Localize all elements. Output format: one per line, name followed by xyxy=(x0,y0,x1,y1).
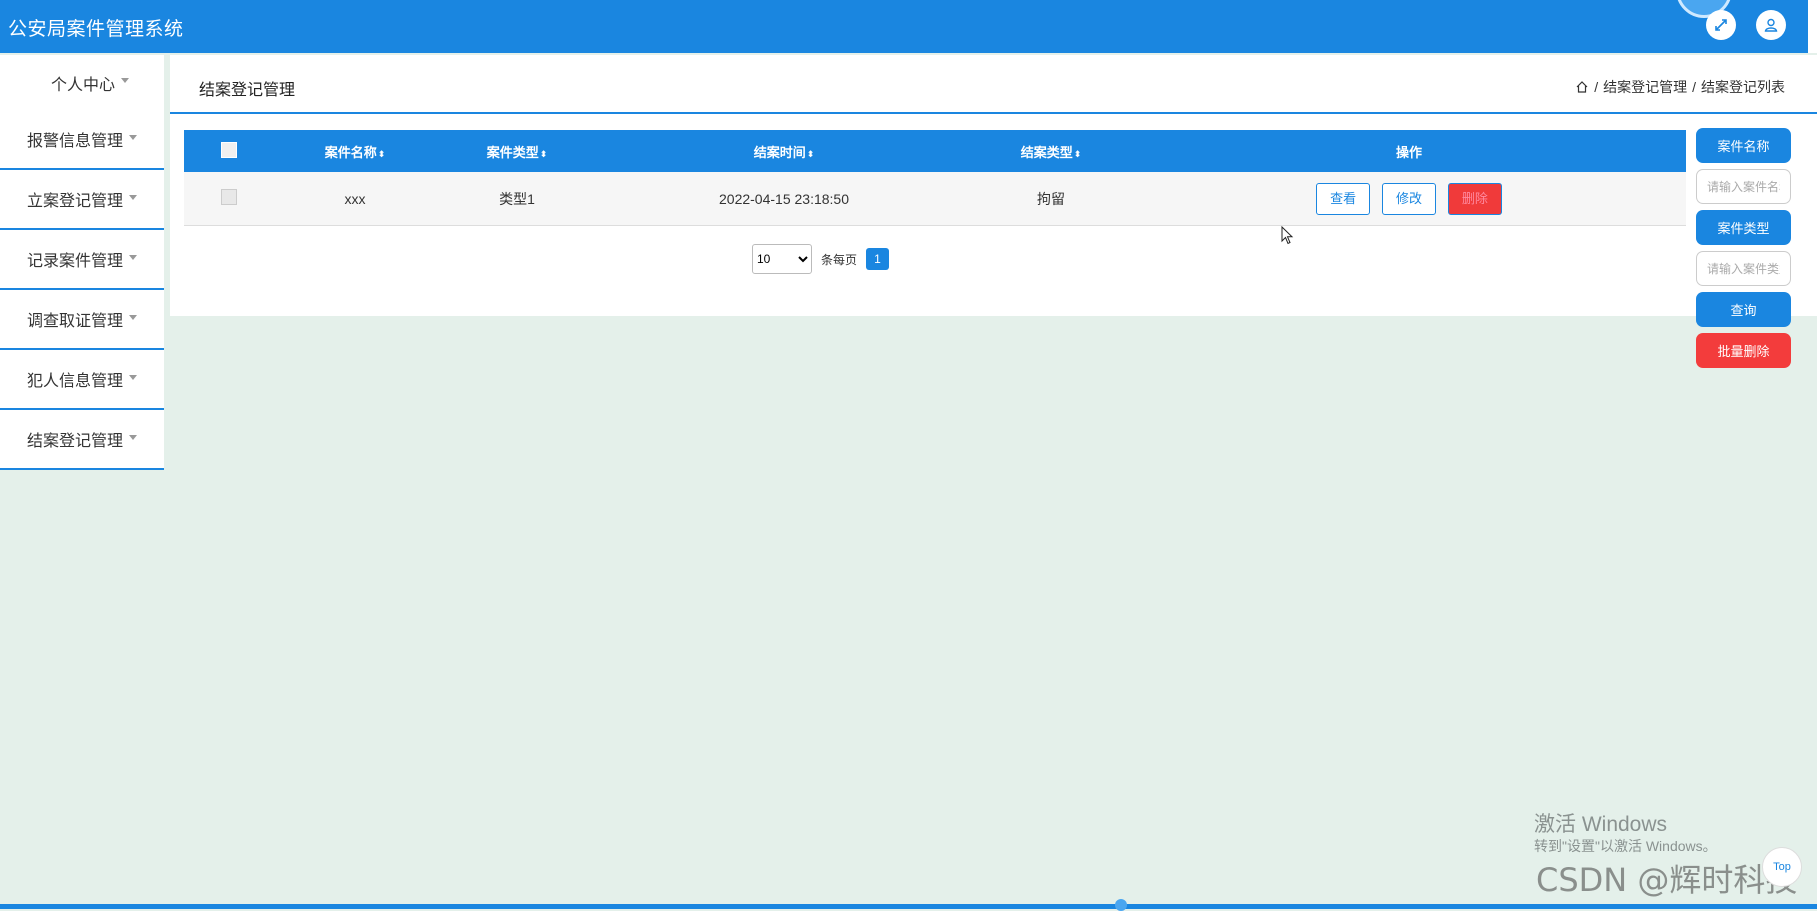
page-size-select[interactable]: 10 xyxy=(752,244,812,274)
home-icon[interactable] xyxy=(1575,80,1589,94)
sidebar-item-filing[interactable]: 立案登记管理 xyxy=(0,170,164,230)
batch-delete-button[interactable]: 批量删除 xyxy=(1696,333,1791,368)
caret-down-icon xyxy=(121,78,129,83)
cell-case-type: 类型1 xyxy=(436,172,598,226)
sidebar-item-label: 犯人信息管理 xyxy=(26,373,123,390)
case-type-input[interactable] xyxy=(1696,251,1791,286)
pagination: 10 条每页 1 xyxy=(752,244,890,274)
column-header-close-type[interactable]: 结案类型⬍ xyxy=(970,130,1132,172)
sidebar: 个人中心 报警信息管理 立案登记管理 记录案件管理 调查取证管理 犯人信息管理 … xyxy=(0,55,164,470)
back-to-top-button[interactable]: Top xyxy=(1762,847,1802,887)
user-icon[interactable] xyxy=(1756,10,1786,40)
column-header-case-type[interactable]: 案件类型⬍ xyxy=(436,130,598,172)
case-type-label-button[interactable]: 案件类型 xyxy=(1696,210,1791,245)
column-header-actions: 操作 xyxy=(1132,130,1686,172)
cell-actions: 查看 修改 删除 xyxy=(1132,172,1686,226)
edit-button[interactable]: 修改 xyxy=(1381,182,1436,215)
sidebar-item-criminal[interactable]: 犯人信息管理 xyxy=(0,350,164,410)
sidebar-item-label: 立案登记管理 xyxy=(26,193,123,210)
row-checkbox[interactable] xyxy=(221,189,237,205)
sidebar-item-evidence[interactable]: 调查取证管理 xyxy=(0,290,164,350)
case-closing-table: 案件名称⬍ 案件类型⬍ 结案时间⬍ 结案类型⬍ 操作 xxx 类型1 2022-… xyxy=(184,130,1686,226)
caret-down-icon xyxy=(129,134,137,140)
sort-icon[interactable]: ⬍ xyxy=(807,149,815,159)
case-name-input[interactable] xyxy=(1696,169,1791,204)
sidebar-item-label: 记录案件管理 xyxy=(26,253,123,270)
page-number-button[interactable]: 1 xyxy=(866,248,890,270)
query-button[interactable]: 查询 xyxy=(1696,292,1791,327)
sidebar-item-label: 调查取证管理 xyxy=(26,313,123,330)
sidebar-item-label: 结案登记管理 xyxy=(26,433,123,450)
sidebar-item-record[interactable]: 记录案件管理 xyxy=(0,230,164,290)
breadcrumb: / 结案登记管理 / 结案登记列表 xyxy=(1575,77,1785,97)
column-header-case-name[interactable]: 案件名称⬍ xyxy=(274,130,436,172)
expand-icon[interactable] xyxy=(1706,10,1736,40)
table-header-row: 案件名称⬍ 案件类型⬍ 结案时间⬍ 结案类型⬍ 操作 xyxy=(184,130,1686,172)
breadcrumb-separator: / xyxy=(1594,79,1599,95)
caret-down-icon xyxy=(129,434,137,440)
caret-down-icon xyxy=(129,194,137,200)
sidebar-item-closing[interactable]: 结案登记管理 xyxy=(0,410,164,470)
row-select-cell xyxy=(184,172,274,226)
content-header: 结案登记管理 / 结案登记管理 / 结案登记列表 xyxy=(170,55,1817,114)
cell-close-type: 拘留 xyxy=(970,172,1132,226)
column-label: 操作 xyxy=(1395,144,1422,160)
activation-subtitle: 转到"设置"以激活 Windows。 xyxy=(1534,838,1717,854)
sidebar-item-alarm[interactable]: 报警信息管理 xyxy=(0,110,164,170)
csdn-watermark: CSDN @辉时科技 xyxy=(1536,861,1798,899)
bottom-indicator-dot xyxy=(1115,899,1127,911)
column-label: 结案类型 xyxy=(1020,144,1073,160)
search-panel: 案件名称 案件类型 查询 批量删除 xyxy=(1696,128,1791,374)
sort-icon[interactable]: ⬍ xyxy=(378,149,386,159)
column-header-close-time[interactable]: 结案时间⬍ xyxy=(598,130,970,172)
view-button[interactable]: 查看 xyxy=(1316,182,1371,215)
caret-down-icon xyxy=(129,314,137,320)
cell-close-time: 2022-04-15 23:18:50 xyxy=(598,172,970,226)
caret-down-icon xyxy=(129,254,137,260)
bottom-bar xyxy=(0,904,1817,909)
sort-icon[interactable]: ⬍ xyxy=(540,149,548,159)
case-name-label-button[interactable]: 案件名称 xyxy=(1696,128,1791,163)
column-label: 结案时间 xyxy=(753,144,806,160)
delete-button[interactable]: 删除 xyxy=(1447,182,1502,215)
sidebar-item-label: 个人中心 xyxy=(50,76,115,94)
sort-icon[interactable]: ⬍ xyxy=(1074,149,1082,159)
per-page-label: 条每页 xyxy=(821,252,858,267)
column-label: 案件类型 xyxy=(486,144,539,160)
column-label: 案件名称 xyxy=(324,144,377,160)
mouse-cursor-icon xyxy=(1281,225,1295,251)
top-bar: 公安局案件管理系统 xyxy=(0,0,1817,53)
caret-down-icon xyxy=(129,374,137,380)
content-panel: 结案登记管理 / 结案登记管理 / 结案登记列表 案件名称⬍ 案件类型⬍ 结案时… xyxy=(170,55,1817,316)
scrollbar-strip xyxy=(1808,0,1817,53)
app-title: 公安局案件管理系统 xyxy=(8,18,184,40)
breadcrumb-separator: / xyxy=(1692,79,1696,95)
sidebar-item-personal-center[interactable]: 个人中心 xyxy=(0,55,164,110)
cell-case-name: xxx xyxy=(274,172,436,226)
breadcrumb-level2: 结案登记列表 xyxy=(1701,79,1785,95)
select-all-checkbox[interactable] xyxy=(221,141,237,158)
sidebar-item-label: 报警信息管理 xyxy=(26,133,123,150)
activation-title: 激活 Windows xyxy=(1534,813,1668,836)
breadcrumb-level1[interactable]: 结案登记管理 xyxy=(1603,77,1687,97)
page-title: 结案登记管理 xyxy=(199,82,296,99)
select-all-cell xyxy=(184,130,274,172)
table-row: xxx 类型1 2022-04-15 23:18:50 拘留 查看 修改 删除 xyxy=(184,172,1686,226)
windows-activation-notice: 激活 Windows 转到"设置"以激活 Windows。 xyxy=(1534,812,1717,855)
